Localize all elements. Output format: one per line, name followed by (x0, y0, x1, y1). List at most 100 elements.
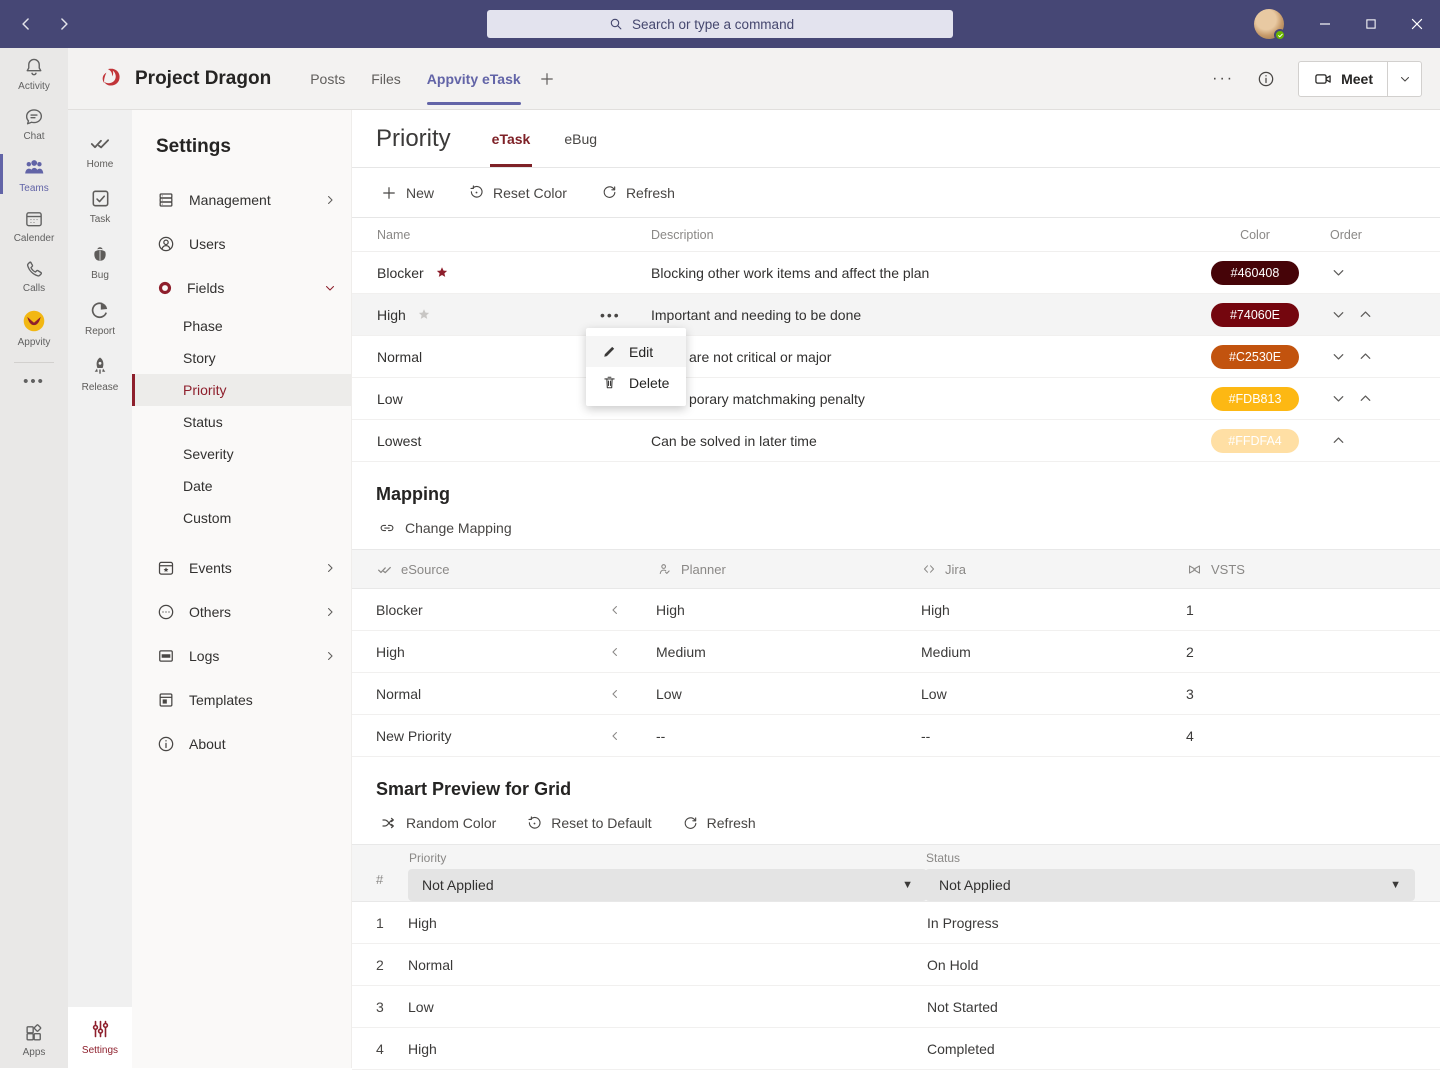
move-down-icon[interactable] (1330, 390, 1347, 407)
sidebar-item-logs[interactable]: Logs (132, 634, 351, 678)
tab-ebug[interactable]: eBug (547, 110, 614, 167)
refresh-button[interactable]: Refresh (682, 815, 756, 832)
rail-item-calls[interactable]: Calls (0, 250, 68, 300)
nav-forward-icon[interactable] (54, 14, 74, 34)
sidebar-item-date[interactable]: Date (132, 470, 351, 502)
color-pill[interactable]: #460408 (1211, 261, 1299, 285)
column-header-esource: eSource (376, 561, 608, 578)
priority-name: Blocker (377, 265, 424, 281)
sidebar-item-about[interactable]: About (132, 722, 351, 766)
refresh-icon (601, 184, 618, 201)
rail-item-chat[interactable]: Chat (0, 98, 68, 148)
preview-status-value: Completed (927, 1041, 1440, 1057)
sidebar-item-events[interactable]: Events (132, 546, 351, 590)
preview-row: 4 High Completed (352, 1028, 1440, 1070)
status-filter-dropdown[interactable]: Not Applied ▼ (925, 869, 1415, 901)
meet-button[interactable]: Meet (1299, 62, 1387, 96)
preview-priority-value: High (408, 1041, 927, 1057)
maximize-button[interactable] (1348, 0, 1394, 48)
sidebar-item-custom[interactable]: Custom (132, 502, 351, 534)
calendar-icon (23, 208, 45, 230)
avatar[interactable] (1254, 9, 1284, 39)
color-pill[interactable]: #FDB813 (1211, 387, 1299, 411)
move-up-icon[interactable] (1357, 390, 1374, 407)
user-circle-icon (156, 234, 176, 254)
mapping-esource-value: Blocker (376, 602, 608, 618)
sidebar-item-users[interactable]: Users (132, 222, 351, 266)
smart-preview-title: Smart Preview for Grid (352, 757, 1440, 800)
close-button[interactable] (1394, 0, 1440, 48)
more-options-icon[interactable]: ··· (1212, 70, 1234, 88)
move-up-icon[interactable] (1357, 348, 1374, 365)
dropdown-caret-icon: ▼ (1390, 879, 1401, 891)
context-menu-edit[interactable]: Edit (586, 336, 686, 367)
sidebar-item-severity[interactable]: Severity (132, 438, 351, 470)
sidebar-item-fields[interactable]: Fields (132, 266, 351, 310)
channel-info-icon[interactable] (1256, 69, 1276, 89)
rail-item-appvity[interactable]: Appvity (0, 300, 68, 354)
tab-etask[interactable]: eTask (475, 110, 548, 167)
chevron-left-icon (608, 645, 622, 659)
priority-filter-dropdown[interactable]: Not Applied ▼ (408, 869, 927, 901)
rail-label: Appvity (18, 337, 51, 348)
nav-back-icon[interactable] (16, 14, 36, 34)
mapping-esource-value: Normal (376, 686, 608, 702)
color-pill[interactable]: #74060E (1211, 303, 1299, 327)
chevron-right-icon (323, 649, 337, 663)
column-header-jira: Jira (921, 561, 1186, 577)
context-menu-delete[interactable]: Delete (586, 367, 686, 398)
reset-to-default-button[interactable]: Reset to Default (526, 815, 651, 832)
tab-appvity-etask[interactable]: Appvity eTask (414, 48, 534, 109)
module-item-bug[interactable]: Bug (68, 233, 132, 289)
module-item-home[interactable]: Home (68, 122, 132, 178)
move-down-icon[interactable] (1330, 348, 1347, 365)
module-item-task[interactable]: Task (68, 178, 132, 233)
shuffle-icon (380, 814, 398, 832)
color-pill[interactable]: #FFDFA4 (1211, 429, 1299, 453)
star-filled-icon[interactable] (434, 265, 450, 281)
mapping-planner-value: Medium (656, 644, 921, 660)
module-item-settings[interactable]: Settings (68, 1007, 132, 1068)
new-button[interactable]: New (380, 184, 434, 202)
move-up-icon[interactable] (1357, 306, 1374, 323)
team-logo-phoenix-icon (98, 65, 126, 93)
search-input[interactable] (632, 17, 832, 32)
trash-icon (601, 374, 618, 391)
change-mapping-button[interactable]: Change Mapping (352, 505, 1440, 549)
move-up-icon[interactable] (1330, 432, 1347, 449)
sidebar-item-others[interactable]: Others (132, 590, 351, 634)
sidebar-item-management[interactable]: Management (132, 178, 351, 222)
rail-more-icon[interactable]: ••• (23, 367, 45, 396)
reset-color-button[interactable]: Reset Color (468, 184, 567, 201)
random-color-button[interactable]: Random Color (380, 814, 496, 832)
minimize-button[interactable] (1302, 0, 1348, 48)
rail-item-teams[interactable]: Teams (0, 148, 68, 200)
move-down-icon[interactable] (1330, 306, 1347, 323)
rail-item-activity[interactable]: Activity (0, 48, 68, 98)
chevron-down-icon (323, 281, 337, 295)
search-bar[interactable] (487, 10, 953, 38)
module-item-release[interactable]: Release (68, 345, 132, 401)
meet-dropdown-button[interactable] (1387, 62, 1421, 96)
sidebar-item-status[interactable]: Status (132, 406, 351, 438)
tab-posts[interactable]: Posts (297, 48, 358, 109)
sidebar-item-story[interactable]: Story (132, 342, 351, 374)
sidebar-item-templates[interactable]: Templates (132, 678, 351, 722)
move-down-icon[interactable] (1330, 264, 1347, 281)
tab-files[interactable]: Files (358, 48, 414, 109)
module-item-report[interactable]: Report (68, 289, 132, 345)
main-content: Priority eTask eBug New Reset Color Refr… (352, 110, 1440, 1068)
rail-item-apps[interactable]: Apps (0, 1014, 68, 1064)
rail-item-calender[interactable]: Calender (0, 200, 68, 250)
add-tab-button[interactable] (538, 70, 556, 88)
refresh-button[interactable]: Refresh (601, 184, 675, 201)
star-outline-icon[interactable] (416, 307, 432, 323)
sidebar-item-phase[interactable]: Phase (132, 310, 351, 342)
color-pill[interactable]: #C2530E (1211, 345, 1299, 369)
preview-row: 2 Normal On Hold (352, 944, 1440, 986)
priority-description: porary matchmaking penalty (651, 391, 1180, 407)
refresh-icon (682, 815, 699, 832)
sidebar-item-priority[interactable]: Priority (132, 374, 351, 406)
log-box-icon (156, 646, 176, 666)
status-filter-label: Status (926, 851, 1415, 865)
